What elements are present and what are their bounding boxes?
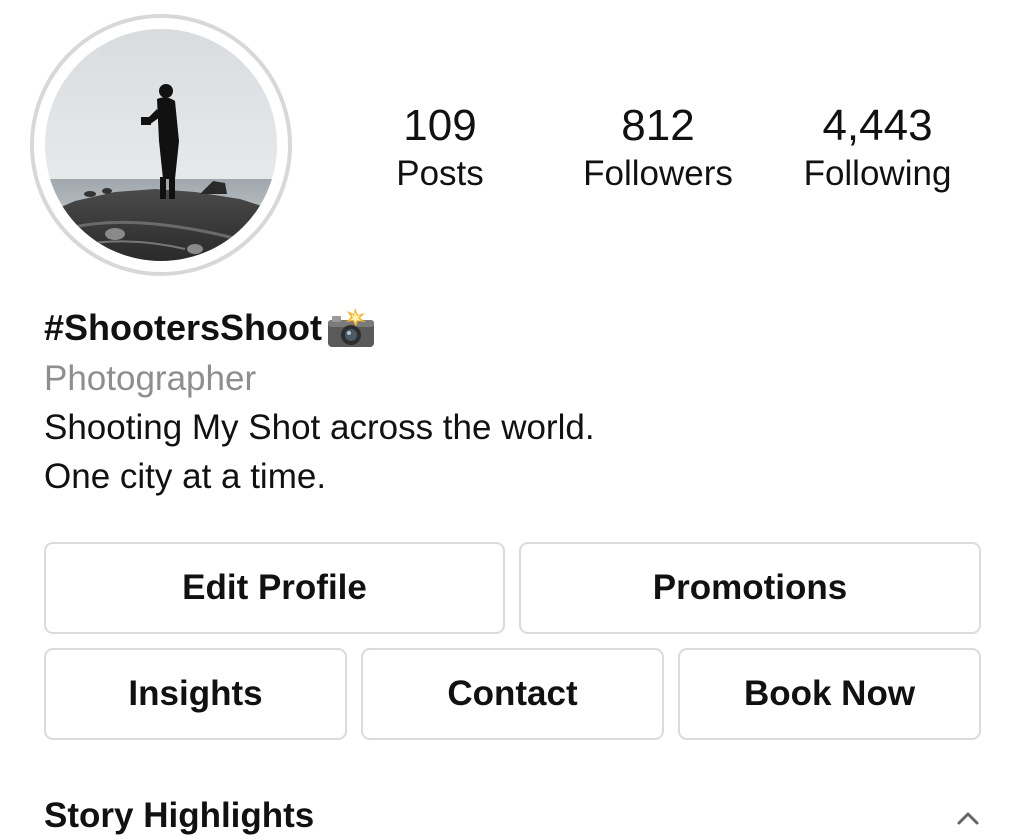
avatar-photo — [45, 29, 277, 261]
profile-name-text: #ShootersShoot — [44, 307, 323, 348]
camera-flash-icon — [325, 306, 377, 350]
following-count: 4,443 — [822, 101, 933, 150]
posts-label: Posts — [396, 154, 484, 193]
posts-count: 109 — [403, 101, 477, 150]
story-highlights-title: Story Highlights — [44, 796, 315, 835]
insights-button[interactable]: Insights — [44, 648, 347, 740]
promotions-button[interactable]: Promotions — [519, 542, 981, 634]
bio-line: Shooting My Shot across the world. — [44, 408, 595, 447]
followers-label: Followers — [583, 154, 733, 193]
contact-button[interactable]: Contact — [361, 648, 664, 740]
posts-stat[interactable]: 109 Posts — [380, 100, 500, 196]
following-stat[interactable]: 4,443 Following — [790, 100, 965, 196]
chevron-up-icon[interactable] — [954, 808, 982, 828]
book-now-button[interactable]: Book Now — [678, 648, 981, 740]
followers-count: 812 — [621, 101, 695, 150]
avatar[interactable] — [30, 14, 292, 276]
profile-page: 109 Posts 812 Followers 4,443 Following … — [0, 0, 1024, 840]
profile-name: #ShootersShoot — [44, 306, 377, 350]
edit-profile-button[interactable]: Edit Profile — [44, 542, 505, 634]
profile-category: Photographer — [44, 359, 257, 398]
bio-line: One city at a time. — [44, 457, 327, 496]
following-label: Following — [803, 154, 952, 193]
followers-stat[interactable]: 812 Followers — [568, 100, 748, 196]
